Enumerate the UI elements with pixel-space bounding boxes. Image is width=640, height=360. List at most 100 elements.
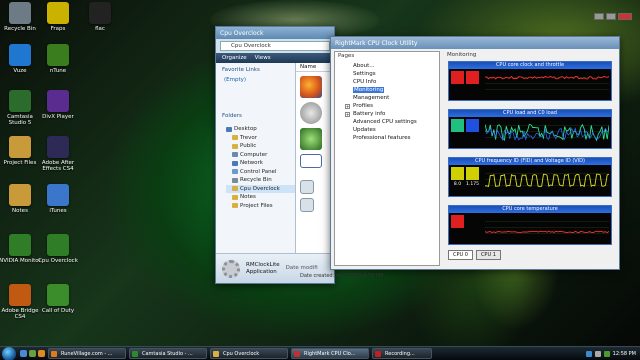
page-item[interactable]: + Battery info [345,110,439,118]
page-item[interactable]: Professional features [353,134,439,142]
page-item[interactable]: Updates [353,126,439,134]
taskbar-button[interactable]: Camtasia Studio - ... [129,348,207,359]
rightmark-titlebar[interactable]: RightMark CPU Clock Utility [331,37,619,49]
explorer-titlebar[interactable]: Cpu Overclock [216,27,334,39]
firefox-icon[interactable] [300,76,322,98]
browser-icon[interactable] [38,350,45,357]
desktop-icon[interactable]: Adobe After Effects CS4 [38,136,78,176]
desktop-icon[interactable]: Vuze [0,44,40,84]
selected-file-name: RMClockLite [246,261,280,268]
rightmark-window: RightMark CPU Clock Utility Pages About.… [330,36,620,270]
desktop-icon[interactable]: nTune [38,44,78,84]
desktop-icon-label: flac [95,26,105,32]
column-header-name[interactable]: Name [296,63,334,72]
folder-icon [232,203,238,209]
desktop-icon[interactable]: Notes [0,184,40,224]
blank-document-icon[interactable] [300,154,322,168]
organize-button[interactable]: Organize [222,55,247,61]
switch-windows-icon[interactable] [29,350,36,357]
volume-icon[interactable] [594,350,601,357]
page-item[interactable]: CPU Info [353,78,439,86]
file-icon[interactable] [300,198,314,212]
folder-tree-item[interactable]: Desktop [226,125,295,134]
start-button[interactable] [2,346,16,360]
desktop-icon[interactable]: flac [80,2,120,42]
page-item[interactable]: Management [353,94,439,102]
desktop-icon[interactable]: DivX Player [38,90,78,130]
address-bar[interactable]: Cpu Overclock [220,41,330,51]
desktop-icon[interactable]: NVIDIA Monitor [0,234,41,274]
file-list: Name [296,63,334,253]
date-modified-label: Date modifi [285,265,318,271]
expand-icon[interactable]: + [345,112,350,117]
folders-heading[interactable]: Folders [216,109,295,123]
folder-tree-item[interactable]: Project Files [226,202,295,211]
expand-icon[interactable]: + [345,104,350,109]
taskbar-button[interactable]: Cpu Overclock [210,348,288,359]
page-item[interactable]: Monitoring [353,86,439,94]
clock[interactable]: 12:58 PM [613,351,636,357]
file-icon[interactable] [300,180,314,194]
page-item-label: About... [353,63,375,69]
desktop-icon[interactable]: Call of Duty [38,284,78,324]
vuze-icon [9,44,31,66]
desktop-icon-label: iTunes [49,208,67,214]
taskbar-button-label: Cpu Overclock [223,350,260,357]
cpu-overclock-icon[interactable] [300,128,322,150]
folder-tree-item[interactable]: Network [226,159,295,168]
maximize-icon[interactable] [606,13,616,20]
nvidia-tray-icon[interactable] [603,350,610,357]
page-item[interactable]: Advanced CPU settings [353,118,439,126]
monitor-graph: CPU core temperature [448,205,612,245]
desktop-icon[interactable]: iTunes [38,184,78,224]
page-item[interactable]: About... [353,62,439,70]
folder-tree-item[interactable]: Trevor [226,134,295,143]
folder-icon [9,184,31,206]
folder-icon [232,143,238,149]
recycle-bin-icon [9,2,31,24]
folder-tree-item[interactable]: Control Panel [226,168,295,177]
core-tab[interactable]: CPU 0 [448,250,473,260]
desktop-icon[interactable]: Project Files [0,136,40,176]
pages-tree: About... Settings CPU Info Monitoring Manage… [335,60,439,142]
desktop-icon[interactable]: Adobe Bridge CS4 [0,284,40,324]
desktop-icon[interactable]: Recycle Bin [0,2,40,42]
graph-plot [485,123,609,142]
folder-icon [232,186,238,192]
page-item[interactable]: Settings [353,70,439,78]
folder-tree-item[interactable]: Cpu Overclock [226,184,295,193]
explorer-window: Cpu Overclock Cpu Overclock Organize Vie… [215,26,335,284]
divx-player-icon [47,90,69,112]
page-item-label: Management [353,95,390,101]
network-icon[interactable] [585,350,592,357]
desktop-icon[interactable]: Camtasia Studio 5 [0,90,40,130]
desktop-icon[interactable]: Cpu Overclock [38,234,78,274]
folder-tree-item[interactable]: Recycle Bin [226,176,295,185]
folder-icon [232,160,238,166]
minimize-icon[interactable] [594,13,604,20]
core-tabs: CPU 0 CPU 1 [448,250,501,260]
folder-tree-item[interactable]: Notes [226,193,295,202]
show-desktop-icon[interactable] [20,350,27,357]
folder-tree-item[interactable]: Computer [226,151,295,160]
close-icon[interactable] [618,13,632,20]
after-effects-icon [47,136,69,158]
folder-tree-label: Computer [240,151,268,158]
window-title: Cpu Overclock [220,29,264,37]
graph-gauge: 8.0 1.175 [451,167,481,194]
taskbar: RuneVillage.com - ... Camtasia Studio - .… [0,346,640,360]
graph-gauge [451,215,481,242]
core-tab[interactable]: CPU 1 [475,250,501,260]
taskbar-button[interactable]: Recording... [372,348,432,359]
folder-icon [9,136,31,158]
monitoring-panel: Monitoring CPU core clock and throttle CP… [444,51,616,266]
desktop-icon[interactable]: Fraps [38,2,78,42]
gauge-bar [451,71,464,84]
views-button[interactable]: Views [255,55,271,61]
page-item[interactable]: + Profiles [345,102,439,110]
taskbar-button-label: RuneVillage.com - ... [61,350,113,357]
taskbar-button[interactable]: RightMark CPU Clo... [291,348,369,359]
gear-icon[interactable] [300,102,322,124]
folder-tree-item[interactable]: Public [226,142,295,151]
taskbar-button[interactable]: RuneVillage.com - ... [48,348,126,359]
